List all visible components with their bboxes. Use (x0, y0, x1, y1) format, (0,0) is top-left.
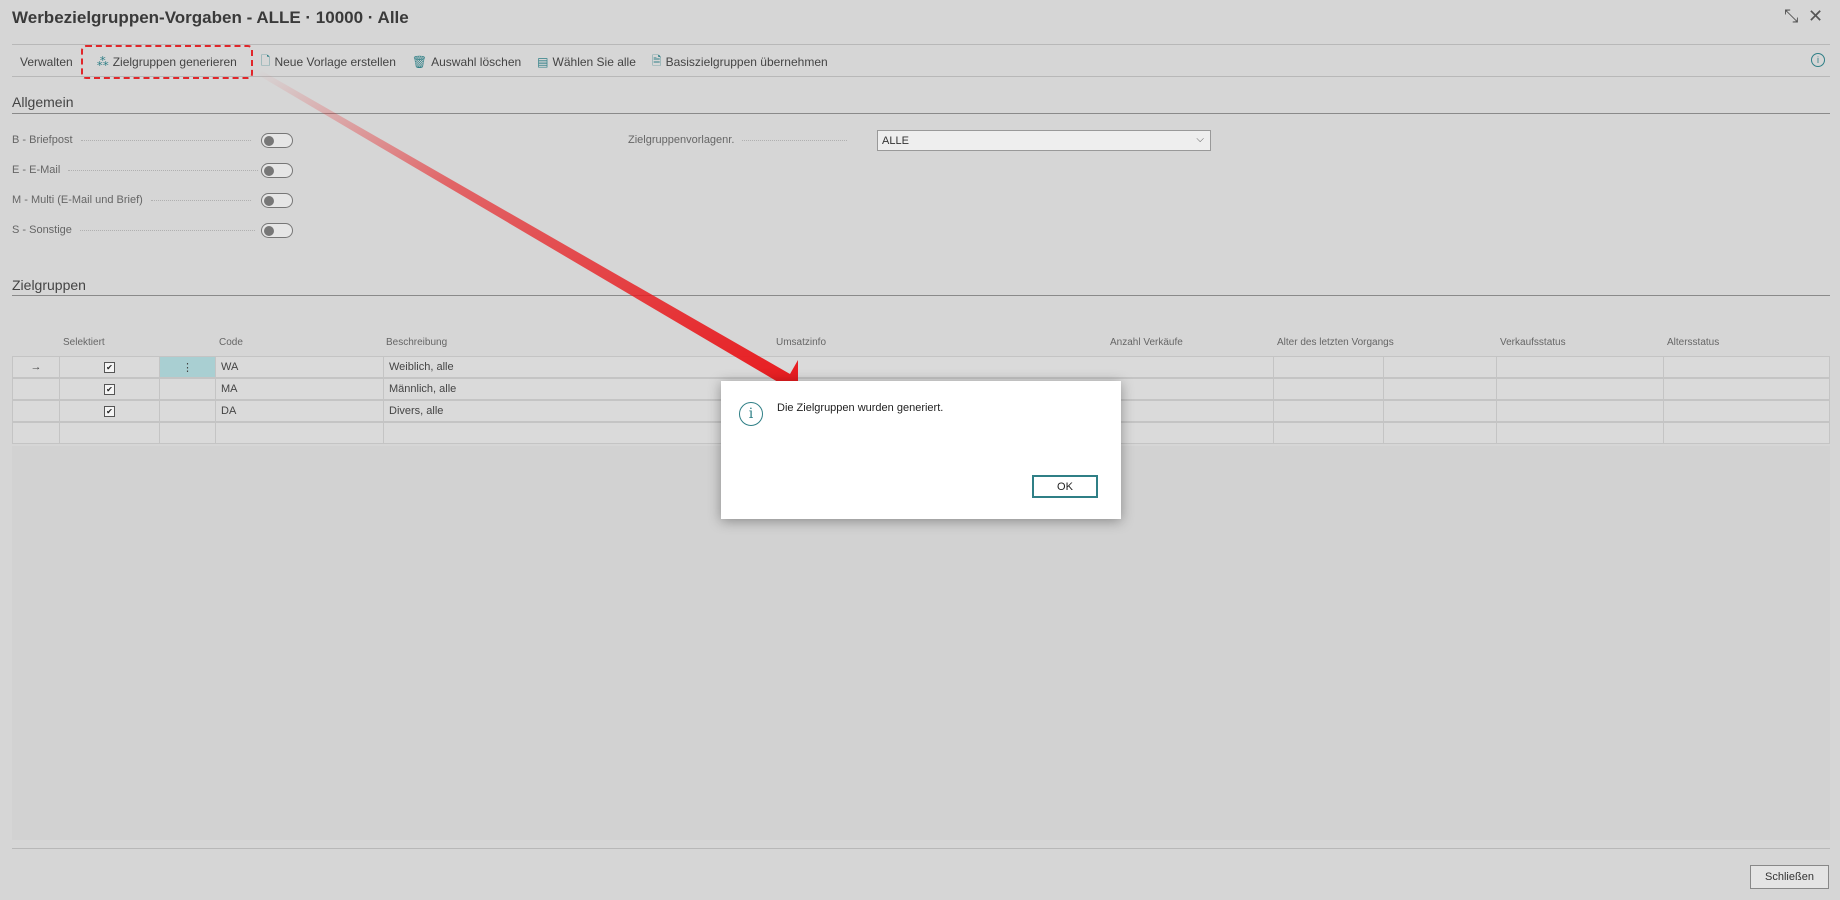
info-dialog: i Die Zielgruppen wurden generiert. OK (721, 381, 1121, 519)
dialog-message: Die Zielgruppen wurden generiert. (777, 402, 944, 414)
ok-button[interactable]: OK (1032, 475, 1098, 498)
info-icon: i (739, 402, 763, 426)
